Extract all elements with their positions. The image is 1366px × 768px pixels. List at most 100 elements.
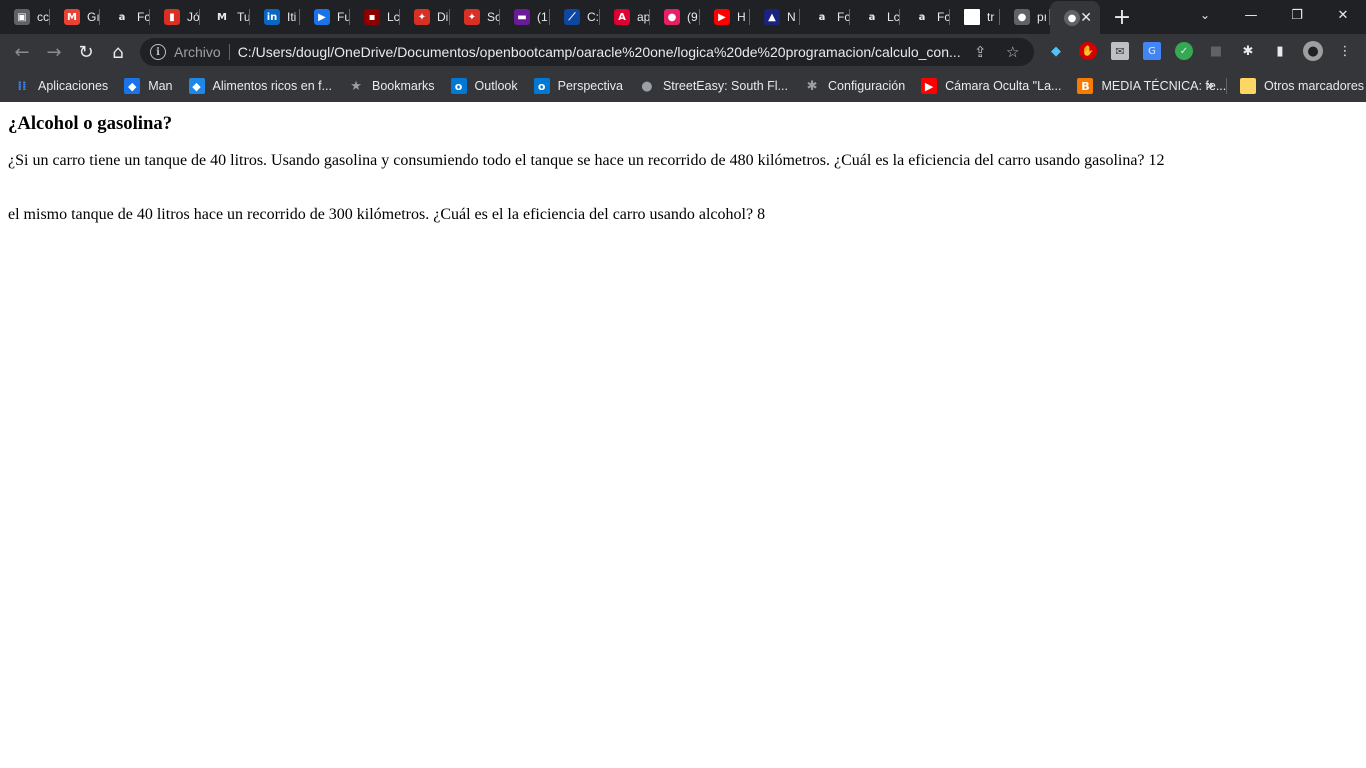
tab-search-button[interactable]: ⌄ bbox=[1188, 0, 1222, 30]
tab-item[interactable]: ▪ Lc bbox=[350, 0, 400, 34]
extension-diamond-icon[interactable]: ◆ bbox=[1047, 42, 1065, 60]
paragraph-alcohol: el mismo tanque de 40 litros hace un rec… bbox=[8, 206, 766, 223]
bookmark-label: Perspectiva bbox=[557, 79, 623, 93]
bookmark-item[interactable]: ◆ Alimentos ricos en f... bbox=[181, 73, 341, 99]
bookmark-item[interactable]: ✱ Configuración bbox=[796, 73, 913, 99]
network-icon: ✦ bbox=[414, 9, 430, 25]
tab-item[interactable]: a Lc bbox=[850, 0, 900, 34]
tab-item[interactable]: a Fc bbox=[900, 0, 950, 34]
paragraph-gasoline: ¿Si un carro tiene un tanque de 40 litro… bbox=[8, 152, 1165, 169]
bookmark-item[interactable]: ● StreetEasy: South Fl... bbox=[631, 73, 796, 99]
bookmark-label: Cámara Oculta "La... bbox=[945, 79, 1062, 93]
gear-icon: ✱ bbox=[806, 78, 818, 94]
tab-item[interactable]: M Gı bbox=[50, 0, 100, 34]
outlook-icon: o bbox=[533, 78, 550, 94]
tab-item[interactable]: ▲ N bbox=[750, 0, 800, 34]
bookmark-divider bbox=[1226, 78, 1227, 94]
tab-item[interactable]: ▶ Fu bbox=[300, 0, 350, 34]
bookmark-item[interactable]: o Perspectiva bbox=[526, 73, 631, 99]
tab-item[interactable]: ⟋ C: bbox=[550, 0, 600, 34]
reload-button[interactable]: ↻ bbox=[70, 36, 102, 68]
side-panel-icon[interactable]: ▮ bbox=[1271, 42, 1289, 60]
tab-item[interactable]: ● (9 bbox=[650, 0, 700, 34]
address-bar[interactable]: i Archivo C:/Users/dougl/OneDrive/Docume… bbox=[140, 38, 1034, 66]
bookmark-list: ⁞⁞ Aplicaciones ◆ Man ◆ Alimentos ricos en f.… bbox=[0, 70, 1234, 102]
mail-icon: ▬ bbox=[514, 9, 530, 25]
tab-active[interactable]: ● ✕ bbox=[1050, 1, 1100, 35]
tab-item[interactable]: ▣ cc bbox=[0, 0, 50, 34]
image-icon: ▣ bbox=[14, 9, 30, 25]
bookmark-item[interactable]: ▶ Cámara Oculta "La... bbox=[913, 73, 1069, 99]
back-button[interactable]: ← bbox=[6, 36, 38, 68]
extension-check-icon[interactable]: ✓ bbox=[1175, 42, 1193, 60]
address-url[interactable]: C:/Users/dougl/OneDrive/Documentos/openb… bbox=[238, 44, 968, 60]
extensions-puzzle-icon[interactable]: ✱ bbox=[1239, 42, 1257, 60]
globe-icon: ● bbox=[1014, 9, 1030, 25]
home-button[interactable]: ⌂ bbox=[102, 36, 134, 68]
tab-item[interactable]: in Iti bbox=[250, 0, 300, 34]
network-icon: ✦ bbox=[464, 9, 480, 25]
info-icon[interactable]: i bbox=[150, 44, 166, 60]
page-heading: ¿Alcohol o gasolina? bbox=[8, 113, 173, 134]
tab-item[interactable]: tr bbox=[950, 0, 1000, 34]
globe-icon: ● bbox=[1064, 10, 1080, 26]
tab-title: Sc bbox=[487, 10, 499, 24]
amazon-icon: a bbox=[814, 9, 830, 25]
menu-kebab-icon[interactable]: ⋮ bbox=[1336, 42, 1354, 60]
tab-title: Lc bbox=[887, 10, 899, 24]
minimize-button[interactable]: — bbox=[1228, 0, 1274, 30]
app-icon: ▲ bbox=[764, 9, 780, 25]
tab-item[interactable]: ✦ Di bbox=[400, 0, 450, 34]
bookmark-item[interactable]: o Outlook bbox=[443, 73, 526, 99]
tab-item[interactable]: M Tu bbox=[200, 0, 250, 34]
star-icon[interactable]: ☆ bbox=[1006, 43, 1019, 61]
tab-title: Lc bbox=[387, 10, 399, 24]
extension-translate-icon[interactable]: G bbox=[1143, 42, 1161, 60]
other-bookmarks-label: Otros marcadores bbox=[1264, 79, 1365, 93]
star-icon: ★ bbox=[350, 78, 362, 94]
tab-title: pı bbox=[1037, 10, 1048, 24]
tab-item[interactable]: ▶ H bbox=[700, 0, 750, 34]
tab-item[interactable]: ✦ Sc bbox=[450, 0, 500, 34]
more-bookmarks-button[interactable]: » bbox=[1200, 73, 1220, 99]
tab-title: Gı bbox=[87, 10, 99, 24]
bookmark-item[interactable]: ◆ Man bbox=[116, 73, 180, 99]
youtube-icon: ▶ bbox=[921, 78, 938, 94]
bookmark-label: Bookmarks bbox=[372, 79, 435, 93]
new-tab-button[interactable]: + bbox=[1102, 0, 1142, 34]
close-window-button[interactable]: ✕ bbox=[1320, 0, 1366, 30]
tab-item[interactable]: ▮ Jó bbox=[150, 0, 200, 34]
tab-strip: ▣ cc M Gı a Fc ▮ Jó M Tu in Iti ▶ Fu ▪ Lc ✦ Di ✦ Sc ▬ (1 ⟋ C: Aa… bbox=[0, 0, 1366, 35]
bookmark-label: Configuración bbox=[828, 79, 906, 93]
tab-item[interactable]: ▬ (1 bbox=[500, 0, 550, 34]
bookmark-label: Aplicaciones bbox=[38, 79, 109, 93]
other-bookmarks-folder[interactable]: Otros marcadores bbox=[1232, 73, 1366, 99]
extension-hand-icon[interactable]: ✋ bbox=[1079, 42, 1097, 60]
restore-button[interactable]: ❐ bbox=[1274, 0, 1320, 30]
tab-item[interactable]: ● pı bbox=[1000, 0, 1050, 34]
bookmark-label: Alimentos ricos en f... bbox=[212, 79, 333, 93]
tab-title: Fc bbox=[937, 10, 949, 24]
tab-item[interactable]: a Fc bbox=[100, 0, 150, 34]
extension-mail-icon[interactable]: ✉ bbox=[1111, 42, 1129, 60]
logo-icon: ▪ bbox=[364, 9, 380, 25]
tab-item[interactable]: Aap bbox=[600, 0, 650, 34]
bookmark-item[interactable]: ★ Bookmarks bbox=[340, 73, 443, 99]
amazon-icon: a bbox=[914, 9, 930, 25]
tab-title: ap bbox=[637, 10, 649, 24]
share-icon[interactable]: ⇪ bbox=[974, 43, 987, 61]
tab-title: Fc bbox=[837, 10, 849, 24]
tab-title: H bbox=[737, 10, 746, 24]
bookmark-icon: ◆ bbox=[124, 78, 141, 94]
profile-avatar[interactable]: ● bbox=[1303, 41, 1323, 61]
video-icon: ▶ bbox=[314, 9, 330, 25]
tab-title: (1 bbox=[537, 10, 548, 24]
code-icon: ⟋ bbox=[564, 9, 580, 25]
extension-puzzle-dim-icon[interactable]: ■ bbox=[1207, 42, 1225, 60]
tab-item[interactable]: a Fc bbox=[800, 0, 850, 34]
gmail-icon: M bbox=[64, 9, 80, 25]
close-tab-icon[interactable]: ✕ bbox=[1080, 10, 1092, 26]
tab-title: cc bbox=[37, 10, 49, 24]
bookmark-item[interactable]: ⁞⁞ Aplicaciones bbox=[6, 73, 116, 99]
forward-button[interactable]: → bbox=[38, 36, 70, 68]
